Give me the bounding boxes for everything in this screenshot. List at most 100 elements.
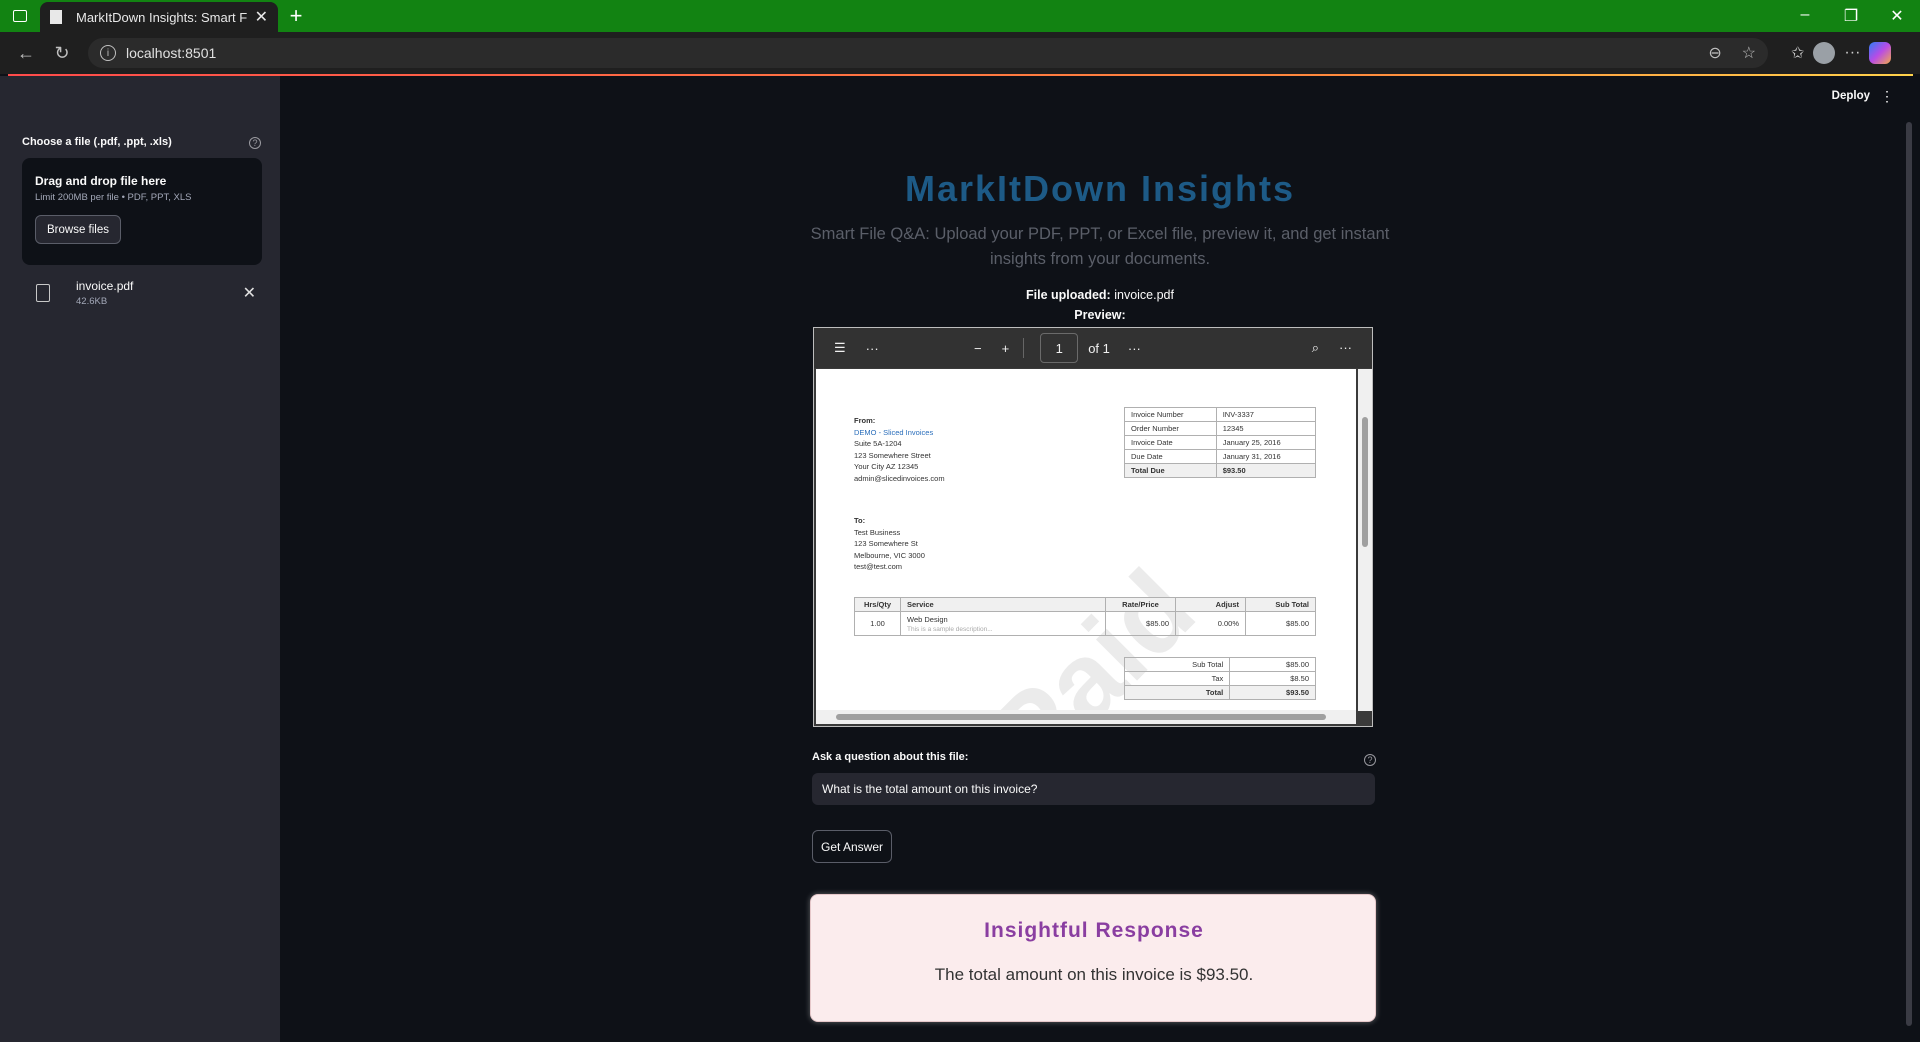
toolbar-divider [1023,338,1025,358]
zoom-out-icon[interactable]: − [974,341,982,356]
outline-icon[interactable]: ☰ [834,340,846,356]
table-row: Invoice Date January 25, 2016 [1124,435,1317,450]
favorite-star-icon[interactable]: ☆ [1742,45,1756,62]
preview-label: Preview: [1074,308,1126,322]
response-card: Insightful Response The total amount on … [810,894,1376,1022]
meta-value: INV-3337 [1215,407,1317,422]
uploader-label: Choose a file (.pdf, .ppt, .xls) [22,136,172,148]
pdf-vertical-scrollbar[interactable] [1358,369,1372,711]
table-row: Invoice Number INV-3337 [1124,407,1317,422]
total-key: Sub Total [1123,657,1231,672]
question-label: Ask a question about this file: [812,751,969,763]
page-icon [50,10,62,24]
uploader-help-icon[interactable]: ? [249,137,261,149]
table-row: Due Date January 31, 2016 [1124,449,1317,464]
to-line: test@test.com [854,562,903,571]
app-title: MarkItDown Insights [904,168,1296,209]
table-row: Total Due $93.50 [1124,463,1317,478]
uploaded-file-size: 42.6KB [76,296,108,307]
remove-file-icon[interactable]: ✕ [243,283,256,303]
site-info-icon[interactable]: i [100,45,116,61]
table-row: Sub Total $85.00 [1123,657,1316,672]
tab-actions-icon[interactable] [0,0,40,32]
app-subtitle: Smart File Q&A: Upload your PDF, PPT, or… [810,225,1390,268]
sidebar: Choose a file (.pdf, .ppt, .xls) ? Drag … [0,76,280,1042]
question-help-icon[interactable]: ? [1364,754,1376,766]
uploaded-file-row: invoice.pdf 42.6KB ✕ [36,276,256,310]
response-title: Insightful Response [984,919,1204,942]
table-row: Order Number 12345 [1124,421,1317,436]
table-row: Tax $8.50 [1123,671,1316,686]
pdf-hscroll-thumb[interactable] [836,714,1326,720]
url-text: localhost:8501 [126,45,217,61]
meta-value: 12345 [1215,421,1317,436]
pdf-search-icon[interactable]: ⌕ [1312,340,1319,356]
main-content: Deploy ⋮ MarkItDown Insights Smart File … [280,76,1920,1042]
window-controls: – ❐ ✕ [1782,6,1920,26]
meta-key: Total Due [1124,463,1217,478]
url-field[interactable]: i localhost:8501 ⊖ ☆ [88,38,1768,68]
file-uploaded-status: File uploaded: invoice.pdf [280,288,1920,302]
from-line: Suite 5A-1204 [854,439,902,448]
item-service: Web Design [907,614,948,624]
item-subtotal: $85.00 [1245,611,1316,636]
restore-icon[interactable]: ❐ [1828,6,1874,26]
pdf-toolbar: ☰ ··· − + 1 of 1 ··· ⌕ ··· [814,328,1372,368]
from-company-link[interactable]: DEMO - Sliced Invoices [854,428,933,437]
pdf-horizontal-scrollbar[interactable] [816,710,1356,724]
close-tab-icon[interactable]: ✕ [255,7,268,27]
invoice-items-table: Hrs/Qty Service Rate/Price Adjust Sub To… [854,597,1316,636]
close-window-icon[interactable]: ✕ [1874,6,1920,26]
question-input[interactable]: What is the total amount on this invoice… [812,773,1375,805]
column-header: Adjust [1175,597,1246,612]
back-icon[interactable]: ← [8,43,44,64]
pdf-more-right-icon[interactable]: ··· [1339,340,1352,356]
browser-tab[interactable]: MarkItDown Insights: Smart File Q&A ✕ [40,2,278,32]
reload-icon[interactable]: ↻ [44,43,80,64]
dropzone-title: Drag and drop file here [35,174,167,188]
pdf-page: Paid From: DEMO - Sliced Invoices Suite … [816,369,1356,711]
browse-files-button[interactable]: Browse files [35,215,121,244]
copilot-icon[interactable] [1869,42,1892,64]
from-line: 123 Somewhere Street [854,450,931,460]
get-answer-button[interactable]: Get Answer [812,830,892,863]
new-tab-icon[interactable]: + [278,3,314,29]
browser-tab-bar: MarkItDown Insights: Smart File Q&A ✕ + … [0,0,1920,32]
item-description: This is a sample description... [907,625,993,633]
invoice-from: From: DEMO - Sliced Invoices Suite 5A-12… [854,415,945,484]
meta-key: Invoice Number [1124,407,1217,422]
total-value: $85.00 [1229,657,1316,672]
zoom-in-icon[interactable]: + [1002,341,1010,356]
minimize-icon[interactable]: – [1782,6,1828,26]
pdf-more-left-icon[interactable]: ··· [866,341,879,356]
dropzone-limit: Limit 200MB per file • PDF, PPT, XLS [35,192,192,203]
browser-menu-icon[interactable]: ··· [1844,44,1860,62]
page-scrollbar[interactable] [1906,122,1912,1026]
meta-key: Invoice Date [1124,435,1217,450]
response-text: The total amount on this invoice is $93.… [934,965,1254,984]
file-icon [36,284,50,302]
profile-avatar-icon[interactable] [1813,42,1836,64]
meta-key: Due Date [1124,449,1217,464]
meta-value: January 31, 2016 [1215,449,1317,464]
to-line: 123 Somewhere St [854,539,918,548]
meta-value: January 25, 2016 [1215,435,1317,450]
pdf-more-center-icon[interactable]: ··· [1128,341,1141,356]
pdf-vscroll-thumb[interactable] [1362,417,1368,547]
column-header: Hrs/Qty [854,597,901,612]
main-menu-icon[interactable]: ⋮ [1880,88,1894,105]
total-value: $8.50 [1229,671,1316,686]
page-number-input[interactable]: 1 [1040,333,1079,363]
uploaded-file-name: invoice.pdf [76,279,134,293]
file-dropzone[interactable]: Drag and drop file here Limit 200MB per … [22,158,262,265]
zoom-icon[interactable]: ⊖ [1708,45,1721,62]
deploy-button[interactable]: Deploy [1832,90,1870,102]
invoice-meta-table: Invoice Number INV-3337 Order Number 12345… [1124,407,1317,478]
invoice-totals-table: Sub Total $85.00 Tax $8.50 Total $93.50 [1123,657,1316,700]
favorites-icon[interactable]: ✩ [1791,43,1804,63]
to-line: Melbourne, VIC 3000 [854,550,925,560]
item-rate: $85.00 [1105,611,1176,636]
table-header-row: Hrs/Qty Service Rate/Price Adjust Sub To… [854,597,1316,612]
table-row: Total $93.50 [1123,685,1316,700]
item-qty: 1.00 [854,611,901,636]
